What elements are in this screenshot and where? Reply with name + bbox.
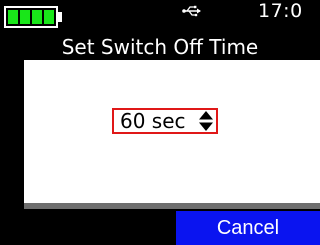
status-bar: 17:0 (0, 0, 320, 34)
page-title: Set Switch Off Time (61, 35, 259, 59)
spinner-value: 60 sec (120, 109, 186, 133)
usb-icon (182, 5, 201, 17)
battery-icon (4, 6, 58, 28)
switch-off-time-spinner[interactable]: 60 sec (112, 108, 218, 134)
cancel-button[interactable]: Cancel (176, 211, 320, 245)
up-down-arrows-icon[interactable] (199, 111, 213, 131)
dialog-panel-shadow (24, 203, 320, 209)
battery-tip (58, 12, 62, 22)
clock: 17:0 (258, 0, 303, 22)
